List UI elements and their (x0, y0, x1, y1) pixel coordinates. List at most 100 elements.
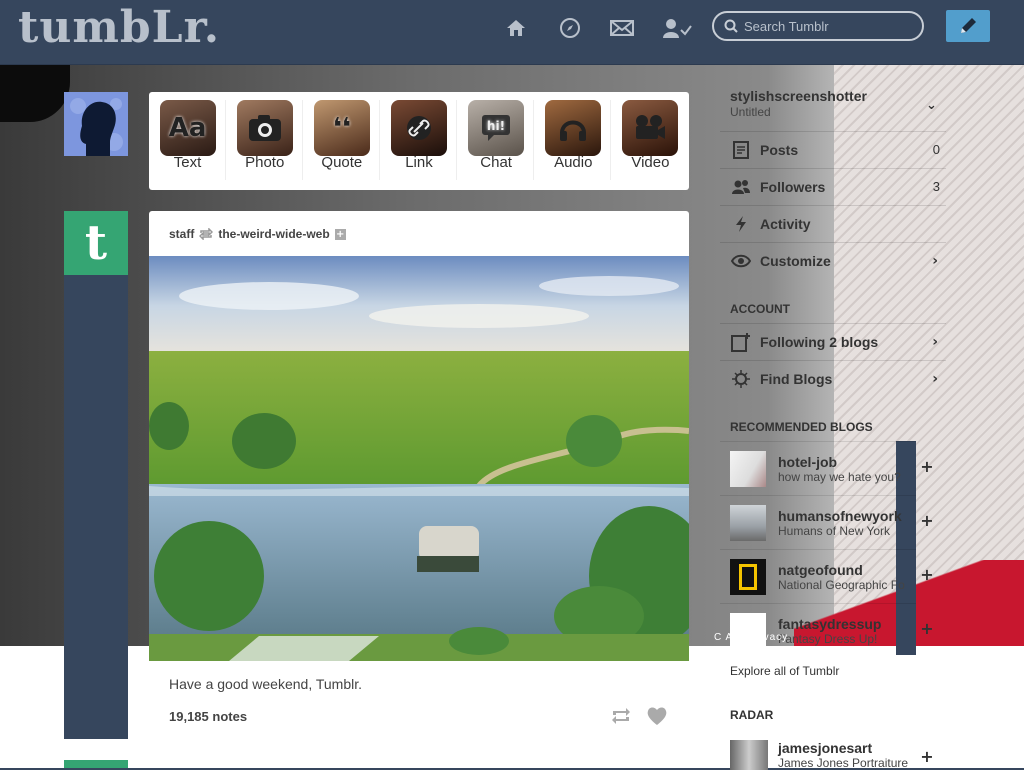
post-caption: Have a good weekend, Tumblr. (169, 676, 363, 692)
sidebar-item-label: Activity (760, 215, 811, 232)
post-type-selector: Aa Text Photo ❛❛ Quote Link hi! Chat Aud… (149, 92, 689, 190)
sidebar-item-followers[interactable]: Followers 3 (720, 168, 946, 204)
separator (224, 100, 226, 180)
post-notes-count[interactable]: 19,185 notes (169, 709, 247, 724)
recommended-blog-item[interactable]: humansofnewyork Humans of New York (720, 495, 916, 549)
follow-plus-icon[interactable]: + (918, 512, 936, 530)
following-icon (730, 331, 752, 353)
post-type-label: Chat (480, 154, 512, 171)
sidebar-item-posts[interactable]: Posts 0 (720, 131, 946, 167)
radar-avatar (730, 740, 768, 770)
chat-hi-text: hi! (487, 119, 505, 133)
post-photo[interactable] (149, 256, 689, 661)
explore-link[interactable]: Explore all of Tumblr (730, 664, 839, 678)
post-type-label: Quote (321, 154, 363, 171)
post-author-bar (64, 275, 128, 739)
follow-plus-icon[interactable]: + (334, 228, 346, 240)
link-icon (391, 100, 447, 156)
footer-links[interactable]: C A N Privacy (714, 632, 788, 643)
post-type-label: Link (405, 154, 433, 171)
eye-icon (730, 250, 752, 272)
recommended-blog-item[interactable]: fantasydressup Fantasy Dress Up! (720, 603, 916, 657)
post-type-text[interactable]: Aa Text (158, 100, 226, 180)
recommended-blog-item[interactable]: hotel-job how may we hate you? (720, 441, 916, 495)
radar-item[interactable]: jamesjonesart James Jones Portraiture (730, 740, 918, 770)
follow-plus-icon[interactable]: + (918, 566, 936, 584)
account-heading: ACCOUNT (730, 302, 790, 316)
follow-plus-icon[interactable]: + (918, 458, 936, 476)
post-type-video[interactable]: Video (620, 100, 680, 171)
text-thumbnail: Aa (159, 100, 216, 156)
blog-name: fantasydressup (778, 615, 882, 632)
separator (610, 100, 612, 180)
video-thumbnail (622, 100, 679, 156)
text-aa-icon: Aa (168, 113, 207, 143)
follow-plus-icon[interactable]: + (918, 748, 936, 766)
recommended-heading: RECOMMENDED BLOGS (730, 420, 873, 434)
radar-blog-name: jamesjonesart (778, 740, 873, 756)
video-camera-icon (622, 100, 678, 156)
post-type-label: Text (173, 154, 202, 171)
pencil-icon (957, 15, 979, 37)
compose-button[interactable] (946, 10, 990, 42)
blog-subtitle: Untitled (730, 105, 771, 119)
post-type-quote[interactable]: ❛❛ Quote (312, 100, 380, 180)
chevron-down-icon[interactable]: ⌄ (926, 98, 937, 113)
headphones-icon (545, 100, 601, 156)
user-avatar[interactable] (64, 92, 128, 156)
sidebar-item-following[interactable]: Following 2 blogs › (720, 323, 946, 359)
post-type-label: Audio (554, 154, 593, 171)
search-box[interactable] (712, 11, 924, 41)
tumblr-logo[interactable]: tumbLr. (18, 2, 220, 53)
account-person-icon[interactable] (660, 14, 694, 42)
sidebar-item-count: 3 (932, 179, 940, 194)
dashboard-post: staff the-weird-wide-web + (149, 211, 689, 661)
sidebar-item-label: Following 2 blogs (760, 333, 879, 350)
natgeo-avatar (730, 558, 766, 595)
post-header: staff the-weird-wide-web + (169, 227, 346, 241)
blog-name: natgeofound (778, 561, 863, 578)
next-post-avatar[interactable] (64, 760, 128, 768)
sidebar-item-count: 0 (932, 142, 940, 157)
chat-thumbnail: hi! (468, 100, 525, 156)
staff-avatar[interactable]: t (64, 211, 128, 275)
sidebar-blog-header[interactable]: stylishscreenshotter Untitled (730, 88, 867, 119)
reblogged-from-link[interactable]: the-weird-wide-web (218, 227, 329, 241)
post-type-audio[interactable]: Audio (543, 100, 612, 180)
quote-thumbnail: ❛❛ (313, 100, 370, 156)
inbox-envelope-icon[interactable] (608, 14, 636, 42)
post-type-chat[interactable]: hi! Chat (466, 100, 535, 180)
sidebar-item-activity[interactable]: Activity (720, 205, 946, 241)
post-author-link[interactable]: staff (169, 227, 194, 241)
separator (533, 100, 535, 180)
sidebar-item-label: Posts (760, 141, 799, 158)
link-thumbnail (390, 100, 447, 156)
blog-name: stylishscreenshotter (730, 88, 867, 104)
explore-compass-icon[interactable] (556, 14, 584, 42)
post-type-photo[interactable]: Photo (235, 100, 303, 180)
sidebar-item-find-blogs[interactable]: Find Blogs › (720, 360, 946, 396)
audio-thumbnail (545, 100, 602, 156)
followers-icon (730, 176, 752, 198)
post-type-link[interactable]: Link (389, 100, 457, 180)
recommended-blog-item[interactable]: natgeofound National Geographic Fo (720, 549, 916, 603)
chevron-right-icon: › (932, 252, 938, 269)
reblog-icon[interactable] (610, 706, 632, 726)
chevron-right-icon: › (932, 333, 938, 350)
reblog-small-icon (199, 228, 214, 240)
follow-plus-icon[interactable]: + (918, 620, 936, 638)
blog-desc: Humans of New York (778, 523, 891, 538)
blog-desc: how may we hate you? (778, 469, 901, 484)
home-icon[interactable] (502, 14, 530, 42)
like-heart-icon[interactable] (646, 706, 668, 726)
sidebar-item-customize[interactable]: Customize › (720, 242, 946, 278)
blog-name: hotel-job (778, 453, 838, 470)
chevron-right-icon: › (932, 370, 938, 387)
search-input[interactable] (742, 17, 916, 35)
blog-desc: National Geographic Fo (778, 577, 905, 592)
sidebar-item-label: Followers (760, 178, 826, 195)
search-icon (724, 19, 738, 33)
quote-icon: ❛❛ (332, 113, 351, 143)
chat-bubble-icon: hi! (468, 100, 524, 156)
top-header: tumbLr. (0, 0, 1024, 65)
